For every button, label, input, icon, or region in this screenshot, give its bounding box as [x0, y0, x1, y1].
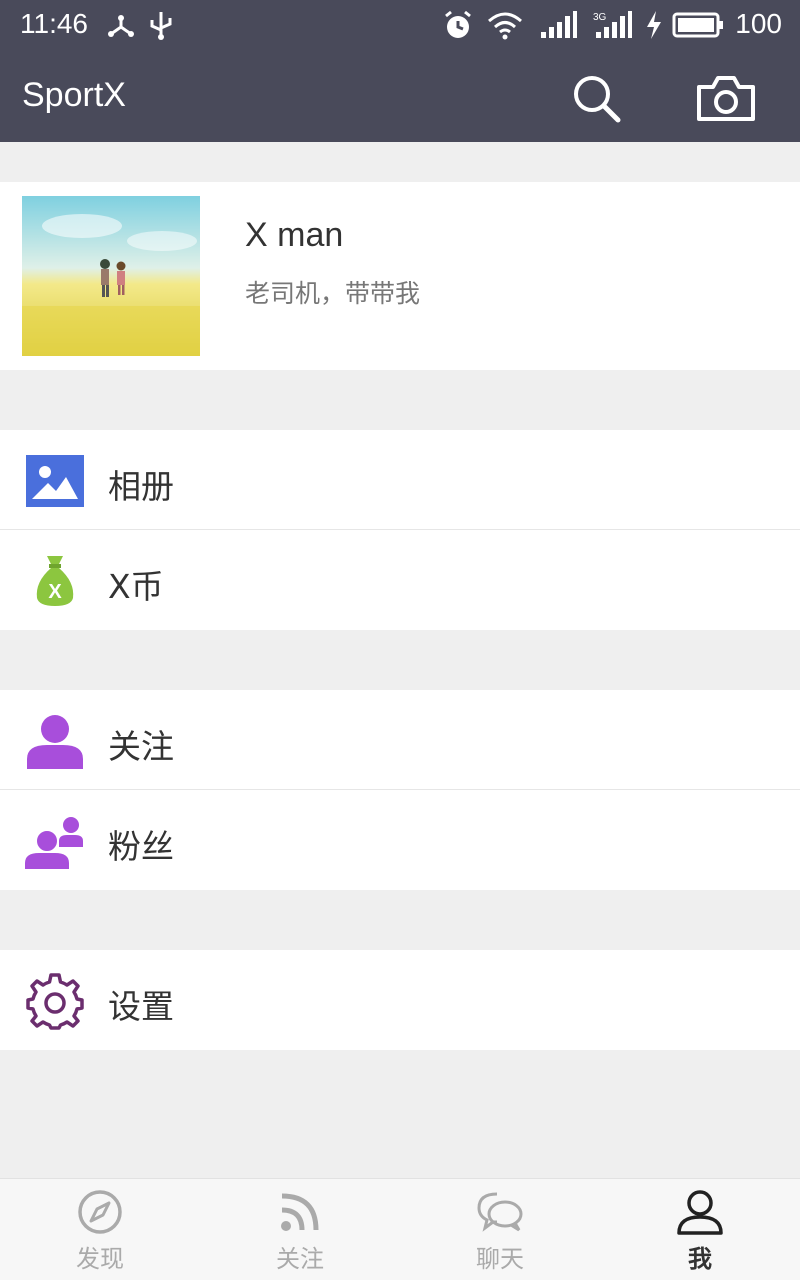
- menu-item-fans-label: 粉丝: [108, 827, 174, 866]
- app-title: SportX: [22, 76, 126, 114]
- menu-group-2: 关注 粉丝: [0, 690, 800, 890]
- album-icon: [24, 452, 86, 510]
- menu-item-settings-label: 设置: [108, 987, 174, 1026]
- profile-name: X man: [245, 216, 344, 254]
- signal-icon: [540, 10, 578, 44]
- chat-icon: [473, 1187, 527, 1237]
- menu-item-album[interactable]: 相册: [0, 430, 800, 530]
- compass-icon: [73, 1187, 127, 1237]
- search-icon: [574, 76, 621, 123]
- charging-icon: [644, 10, 664, 44]
- menu-item-settings[interactable]: 设置: [0, 950, 800, 1050]
- network-type-label: 3G: [593, 12, 607, 23]
- signal-3g-icon: 3G: [592, 10, 634, 44]
- tab-follow-label: 关注: [276, 1245, 324, 1273]
- search-button[interactable]: [564, 70, 628, 126]
- tab-discover-label: 发现: [76, 1245, 124, 1273]
- battery-icon: [672, 10, 724, 44]
- svg-text:X: X: [48, 581, 62, 603]
- gear-icon: [24, 972, 86, 1030]
- tab-discover[interactable]: 发现: [0, 1179, 200, 1280]
- avatar[interactable]: [22, 196, 200, 356]
- alarm-icon: [442, 10, 474, 44]
- menu-item-album-label: 相册: [108, 467, 174, 506]
- profile-card[interactable]: X man 老司机，带带我: [0, 182, 800, 370]
- menu-item-xcoin[interactable]: X X币: [0, 530, 800, 630]
- camera-icon: [697, 76, 755, 121]
- profile-signature: 老司机，带带我: [245, 279, 421, 308]
- money-bag-icon: X: [24, 552, 86, 610]
- person-icon: [673, 1187, 727, 1237]
- bottom-tab-bar: 发现 关注 聊天 我: [0, 1178, 800, 1280]
- tab-me-label: 我: [688, 1245, 712, 1273]
- wifi-icon: [486, 10, 524, 44]
- tab-follow[interactable]: 关注: [200, 1179, 400, 1280]
- rss-icon: [273, 1187, 327, 1237]
- menu-group-3: 设置: [0, 950, 800, 1050]
- menu-item-following[interactable]: 关注: [0, 690, 800, 790]
- tab-chat-label: 聊天: [476, 1245, 524, 1273]
- status-time: 11:46: [20, 8, 88, 39]
- menu-item-following-label: 关注: [108, 727, 174, 766]
- usb-icon: [148, 10, 174, 44]
- menu-group-1: 相册 X X币: [0, 430, 800, 630]
- user-icon: [24, 712, 86, 770]
- camera-button[interactable]: [694, 70, 758, 126]
- status-bar: 11:46 3G 100: [0, 0, 800, 50]
- menu-item-xcoin-label: X币: [108, 567, 164, 606]
- menu-item-fans[interactable]: 粉丝: [0, 790, 800, 890]
- battery-percent: 100: [735, 8, 782, 39]
- tab-chat[interactable]: 聊天: [400, 1179, 600, 1280]
- app-bar: SportX: [0, 50, 800, 142]
- fans-icon: [24, 812, 86, 870]
- tab-me[interactable]: 我: [600, 1179, 800, 1280]
- share-icon: [106, 10, 136, 44]
